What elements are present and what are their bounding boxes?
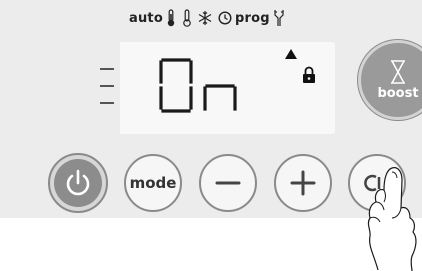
status-icon-row: auto prog <box>129 7 288 29</box>
level-marks <box>100 68 114 119</box>
hourglass-icon <box>391 59 405 84</box>
mode-button[interactable]: mode <box>124 154 182 212</box>
arrow-up-icon <box>285 49 297 59</box>
program-icon <box>273 9 285 27</box>
frost-protection-icon <box>198 10 212 26</box>
power-button-face <box>54 159 102 207</box>
thermometer-comfort-icon <box>166 9 176 27</box>
plus-icon <box>290 170 316 196</box>
level-mark <box>100 85 114 87</box>
padlock-icon <box>303 66 315 83</box>
thermometer-eco-icon <box>182 9 192 27</box>
clock-icon <box>218 11 232 25</box>
mode-label: mode <box>129 174 177 192</box>
hand-pointer-icon <box>367 167 417 271</box>
display-main-text <box>159 58 237 113</box>
power-icon <box>66 169 90 196</box>
lcd-display: On <box>120 42 335 134</box>
level-mark <box>100 68 114 70</box>
boost-label: boost <box>377 85 419 101</box>
auto-label: auto <box>129 10 163 26</box>
minus-button[interactable] <box>199 154 257 212</box>
power-button[interactable] <box>48 153 108 213</box>
prog-label: prog <box>234 10 270 26</box>
minus-icon <box>215 181 241 185</box>
plus-button[interactable] <box>274 154 332 212</box>
level-mark <box>100 102 114 104</box>
